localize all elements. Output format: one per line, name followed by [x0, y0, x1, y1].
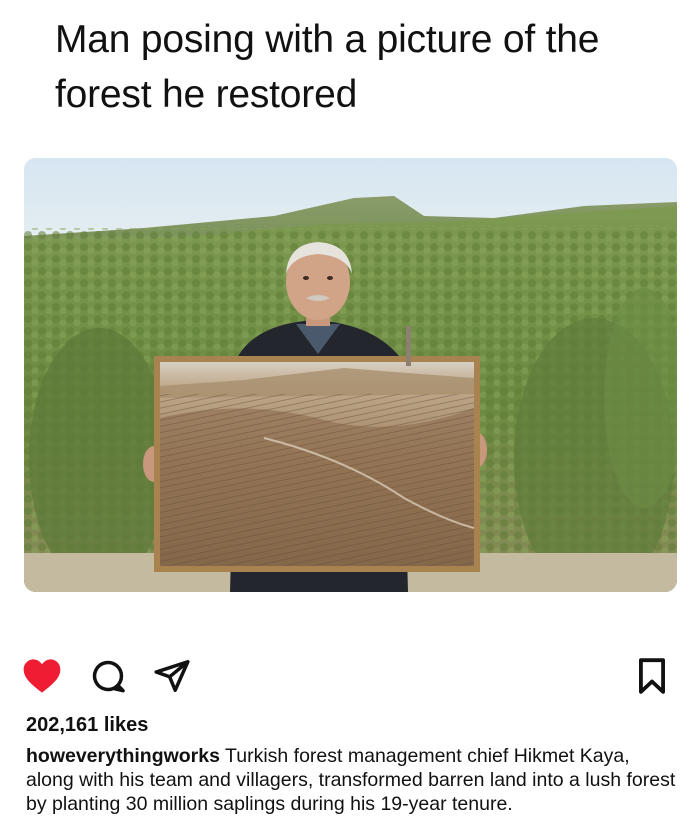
post-caption: howeverythingworks Turkish forest manage… [26, 744, 681, 816]
meme-title: Man posing with a picture of the forest … [55, 18, 600, 116]
post-actions-bar [0, 656, 700, 700]
comment-icon[interactable] [88, 656, 128, 696]
send-icon[interactable] [152, 656, 192, 696]
likes-count[interactable]: 202,161 likes [26, 714, 148, 737]
caption-username[interactable]: howeverythingworks [26, 745, 220, 767]
post-photo[interactable] [24, 158, 677, 592]
photo-scene [24, 158, 677, 592]
instagram-post: Man posing with a picture of the forest … [0, 0, 700, 817]
heart-icon[interactable] [22, 656, 62, 696]
bookmark-icon[interactable] [632, 656, 672, 696]
